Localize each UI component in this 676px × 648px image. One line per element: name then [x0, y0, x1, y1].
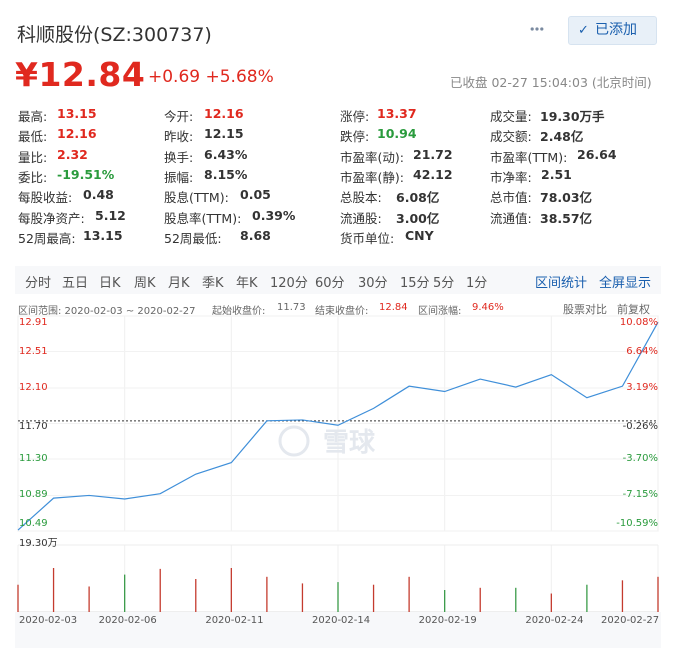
x-tick-label: 2020-02-06 [98, 615, 157, 626]
y-tick-label: 12.91 [19, 317, 48, 328]
watermark-logo [278, 425, 310, 457]
y-tick-label: 10.49 [19, 518, 48, 529]
x-tick-label: 2020-02-27 [601, 615, 660, 626]
price-chart: 雪球 [15, 315, 661, 648]
pct-tick-label: -7.15% [622, 489, 658, 501]
watermark-text: 雪球 [323, 428, 376, 458]
x-tick-label: 2020-02-03 [19, 615, 78, 626]
pct-tick-label: 3.19% [626, 381, 658, 393]
y-tick-label: 12.51 [19, 345, 48, 357]
pct-tick-label: -3.70% [622, 453, 658, 465]
x-tick-label: 2020-02-24 [525, 615, 584, 626]
pct-tick-label: -10.59% [616, 518, 658, 529]
volume-peak-label: 19.30万 [19, 538, 58, 549]
y-tick-label: 11.70 [19, 420, 48, 432]
y-tick-label: 10.89 [19, 489, 48, 501]
y-tick-label: 12.10 [19, 381, 48, 393]
y-tick-label: 11.30 [19, 453, 48, 465]
x-tick-label: 2020-02-11 [205, 615, 264, 626]
x-tick-label: 2020-02-14 [312, 615, 371, 626]
pct-tick-label: 10.08% [619, 317, 658, 328]
pct-tick-label: 6.64% [626, 345, 658, 357]
pct-tick-label: -0.26% [622, 420, 658, 432]
x-tick-label: 2020-02-19 [418, 615, 477, 626]
